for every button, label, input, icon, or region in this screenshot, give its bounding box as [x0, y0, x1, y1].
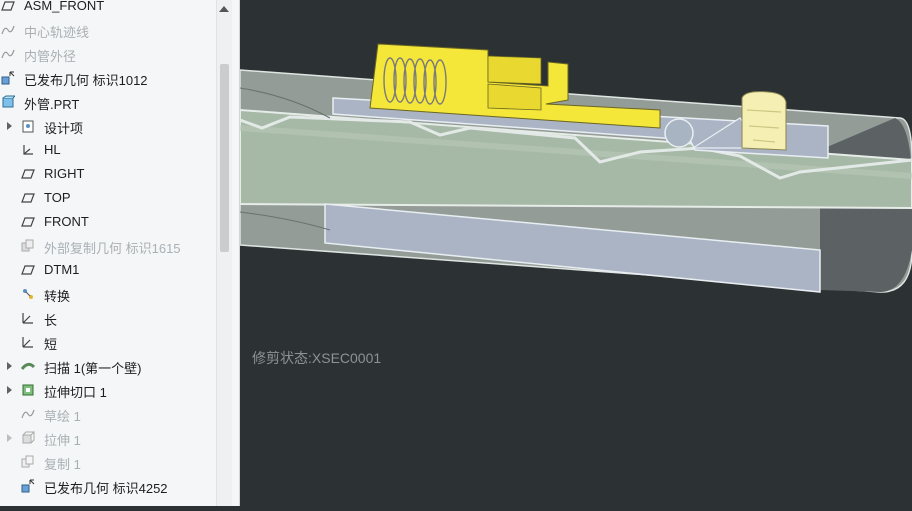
copy-icon — [21, 455, 34, 468]
tree-item[interactable]: 设计项 — [0, 114, 216, 138]
tree-item[interactable]: DTM1 — [0, 258, 216, 282]
tree-item[interactable]: 短 — [0, 330, 216, 354]
graphics-viewport[interactable] — [239, 0, 912, 506]
tree-item[interactable]: HL — [0, 138, 216, 162]
tree-item-label: 中心轨迹线 — [24, 25, 90, 40]
tree-item[interactable]: ASM_FRONT — [0, 0, 216, 18]
tree-item-label: 短 — [44, 337, 58, 352]
tree-item-label: 拉伸切口 1 — [44, 385, 107, 400]
datum-plane-icon — [1, 1, 15, 11]
tree-item-label: 草绘 1 — [44, 409, 81, 424]
tree-item-label: 拉伸 1 — [44, 433, 81, 448]
tree-item[interactable]: 外管.PRT — [0, 90, 216, 114]
tree-item-label: 外部复制几何 标识1615 — [44, 241, 181, 256]
tree-item[interactable]: 长 — [0, 306, 216, 330]
datum-plane-icon — [21, 265, 35, 275]
model-cross-section — [239, 43, 912, 293]
tree-item-label: 转换 — [44, 289, 71, 304]
expand-arrow-icon[interactable] — [7, 362, 12, 370]
tree-item[interactable]: RIGHT — [0, 162, 216, 186]
tree-item[interactable]: 已发布几何 标识4252 — [0, 474, 216, 498]
sketch-icon — [1, 25, 15, 35]
csys-icon — [22, 337, 33, 348]
transform-icon — [23, 289, 33, 299]
tree-item-label: 已发布几何 标识4252 — [44, 481, 168, 496]
tree-item-label: 复制 1 — [44, 457, 81, 472]
tree-item[interactable]: 扫描 1(第一个壁) — [0, 354, 216, 378]
expand-arrow-icon[interactable] — [7, 434, 12, 442]
publish-geometry-icon — [1, 71, 15, 85]
sketch-icon — [21, 409, 35, 419]
sketch-icon — [1, 49, 15, 59]
tree-item[interactable]: 草绘 1 — [0, 402, 216, 426]
design-items-icon — [22, 120, 34, 133]
tree-item[interactable] — [0, 498, 216, 506]
tree-item-label: FRONT — [44, 214, 89, 229]
datum-plane-icon — [21, 193, 35, 203]
tree-item[interactable]: 中心轨迹线 — [0, 18, 216, 42]
pane-splitter[interactable] — [232, 0, 240, 506]
tree-item-label: DTM1 — [44, 262, 80, 277]
csys-icon — [22, 313, 33, 324]
tree-item[interactable]: FRONT — [0, 210, 216, 234]
copy-geometry-icon — [21, 239, 34, 252]
tree-item[interactable]: 拉伸 1 — [0, 426, 216, 450]
tree-item[interactable]: TOP — [0, 186, 216, 210]
scroll-up-arrow-icon[interactable] — [219, 6, 229, 12]
tree-item-label: TOP — [44, 190, 71, 205]
expand-arrow-icon[interactable] — [7, 386, 12, 394]
scroll-thumb[interactable] — [220, 64, 229, 252]
extrude-cut-icon — [22, 384, 34, 396]
tree-item-label: 长 — [44, 313, 58, 328]
tree-item-label: 已发布几何 标识1012 — [24, 73, 148, 88]
model-tree-scrollbar[interactable] — [216, 0, 232, 506]
extrude-icon — [22, 431, 35, 444]
publish-geometry-icon — [21, 479, 35, 493]
tree-item[interactable]: 外部复制几何 标识1615 — [0, 234, 216, 258]
tree-item[interactable]: 拉伸切口 1 — [0, 378, 216, 402]
tree-item[interactable]: 转换 — [0, 282, 216, 306]
ball — [664, 118, 694, 148]
expand-arrow-icon[interactable] — [7, 122, 12, 130]
tree-item-label: 内管外径 — [24, 49, 77, 64]
part-icon — [2, 95, 15, 108]
tree-item-label: 设计项 — [44, 121, 84, 136]
tree-item-label: ASM_FRONT — [24, 0, 105, 13]
datum-plane-icon — [21, 169, 35, 179]
tree-item-label: HL — [44, 142, 61, 157]
tree-item-label: RIGHT — [44, 166, 85, 181]
model-tree: ASM_FRONT 中心轨迹线内管外径已发布几何 标识1012 外管.PRT 设计项 H… — [0, 0, 232, 506]
coordinate-system-icon — [23, 145, 33, 155]
sweep-icon — [21, 362, 35, 370]
tree-item-label: 扫描 1(第一个壁) — [44, 361, 142, 376]
tree-item[interactable]: 内管外径 — [0, 42, 216, 66]
tree-item[interactable]: 已发布几何 标识1012 — [0, 66, 216, 90]
tree-item[interactable]: 复制 1 — [0, 450, 216, 474]
tree-item-label: 外管.PRT — [24, 97, 80, 112]
datum-plane-icon — [21, 217, 35, 227]
trim-status-label: 修剪状态:XSEC0001 — [252, 350, 382, 366]
